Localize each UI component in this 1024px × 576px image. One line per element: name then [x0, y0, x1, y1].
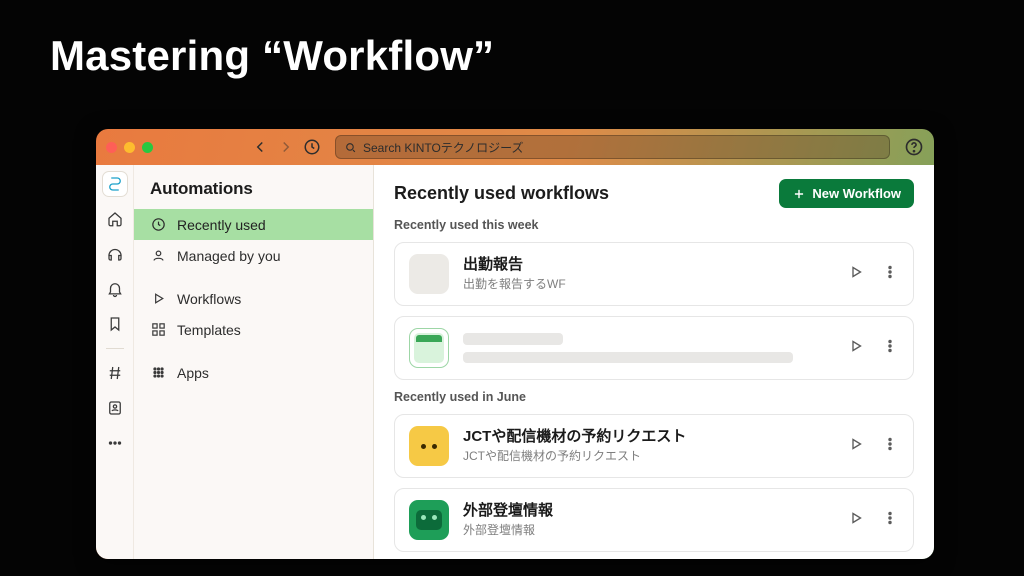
workflow-card-name: 出勤報告	[463, 256, 833, 275]
close-window-icon[interactable]	[106, 142, 117, 153]
minimize-window-icon[interactable]	[124, 142, 135, 153]
run-workflow-button[interactable]	[847, 509, 865, 532]
sidebar-item-label: Workflows	[177, 291, 241, 307]
workflow-card[interactable]: JCTや配信機材の予約リクエスト JCTや配信機材の予約リクエスト	[394, 414, 914, 478]
play-icon	[150, 290, 167, 307]
run-workflow-button[interactable]	[847, 435, 865, 458]
bell-icon[interactable]	[102, 276, 128, 302]
window-topbar: Search KINTOテクノロジーズ	[96, 129, 934, 165]
contacts-icon[interactable]	[102, 395, 128, 421]
workflow-card-desc-redacted	[463, 352, 793, 363]
rail-separator	[106, 348, 124, 349]
left-rail	[96, 165, 134, 559]
workflow-card[interactable]: 外部登壇情報 外部登壇情報	[394, 488, 914, 552]
group-label-in-june: Recently used in June	[394, 390, 914, 404]
app-window: Search KINTOテクノロジーズ Automations	[96, 129, 934, 559]
person-icon	[150, 247, 167, 264]
search-placeholder: Search KINTOテクノロジーズ	[363, 139, 524, 156]
apps-dots-icon	[150, 364, 167, 381]
run-workflow-button[interactable]	[847, 263, 865, 286]
workflow-card[interactable]: 出勤報告 出勤を報告するWF	[394, 242, 914, 306]
plus-icon	[792, 187, 806, 201]
workflow-card[interactable]	[394, 316, 914, 380]
sidebar-item-apps[interactable]: Apps	[134, 357, 373, 388]
forward-button[interactable]	[277, 138, 295, 156]
run-workflow-button[interactable]	[847, 337, 865, 360]
sidebar-item-label: Recently used	[177, 217, 266, 233]
help-button[interactable]	[904, 137, 924, 157]
sidebar-item-label: Apps	[177, 365, 209, 381]
workflow-card-name-redacted	[463, 333, 563, 345]
workflow-card-desc: 出勤を報告するWF	[463, 276, 833, 292]
history-button[interactable]	[303, 138, 321, 156]
sidebar-item-recently-used[interactable]: Recently used	[134, 209, 373, 240]
sidebar-item-workflows[interactable]: Workflows	[134, 283, 373, 314]
clock-icon	[150, 216, 167, 233]
workflow-card-name: JCTや配信機材の予約リクエスト	[463, 428, 833, 447]
search-input[interactable]: Search KINTOテクノロジーズ	[335, 135, 890, 159]
main-content: Recently used workflows New Workflow Rec…	[374, 165, 934, 559]
workflow-more-button[interactable]	[881, 337, 899, 360]
fullscreen-window-icon[interactable]	[142, 142, 153, 153]
search-icon	[344, 141, 357, 154]
sidebar-title: Automations	[134, 165, 373, 209]
more-icon[interactable]	[102, 430, 128, 456]
workflow-card-desc: 外部登壇情報	[463, 522, 833, 538]
workflow-card-icon	[409, 426, 449, 466]
sidebar-item-label: Managed by you	[177, 248, 281, 264]
grid-icon	[150, 321, 167, 338]
workspace-logo[interactable]	[102, 171, 128, 197]
sidebar-item-templates[interactable]: Templates	[134, 314, 373, 345]
sidebar-item-managed-by-you[interactable]: Managed by you	[134, 240, 373, 271]
new-workflow-button[interactable]: New Workflow	[779, 179, 914, 208]
home-icon[interactable]	[102, 206, 128, 232]
workflow-card-icon	[409, 328, 449, 368]
headphones-icon[interactable]	[102, 241, 128, 267]
workflow-card-name: 外部登壇情報	[463, 502, 833, 521]
page-title: Recently used workflows	[394, 183, 609, 204]
back-button[interactable]	[251, 138, 269, 156]
workflow-card-icon	[409, 500, 449, 540]
group-label-this-week: Recently used this week	[394, 218, 914, 232]
workflow-more-button[interactable]	[881, 509, 899, 532]
traffic-lights[interactable]	[106, 142, 153, 153]
new-workflow-button-label: New Workflow	[812, 186, 901, 201]
hash-channel-icon[interactable]	[102, 360, 128, 386]
workflow-card-icon	[409, 254, 449, 294]
workflow-more-button[interactable]	[881, 263, 899, 286]
automations-sidebar: Automations Recently used Managed by you…	[134, 165, 374, 559]
bookmark-icon[interactable]	[102, 311, 128, 337]
workflow-card-desc: JCTや配信機材の予約リクエスト	[463, 448, 833, 464]
slide-title: Mastering “Workflow”	[50, 32, 494, 80]
sidebar-item-label: Templates	[177, 322, 241, 338]
workflow-more-button[interactable]	[881, 435, 899, 458]
